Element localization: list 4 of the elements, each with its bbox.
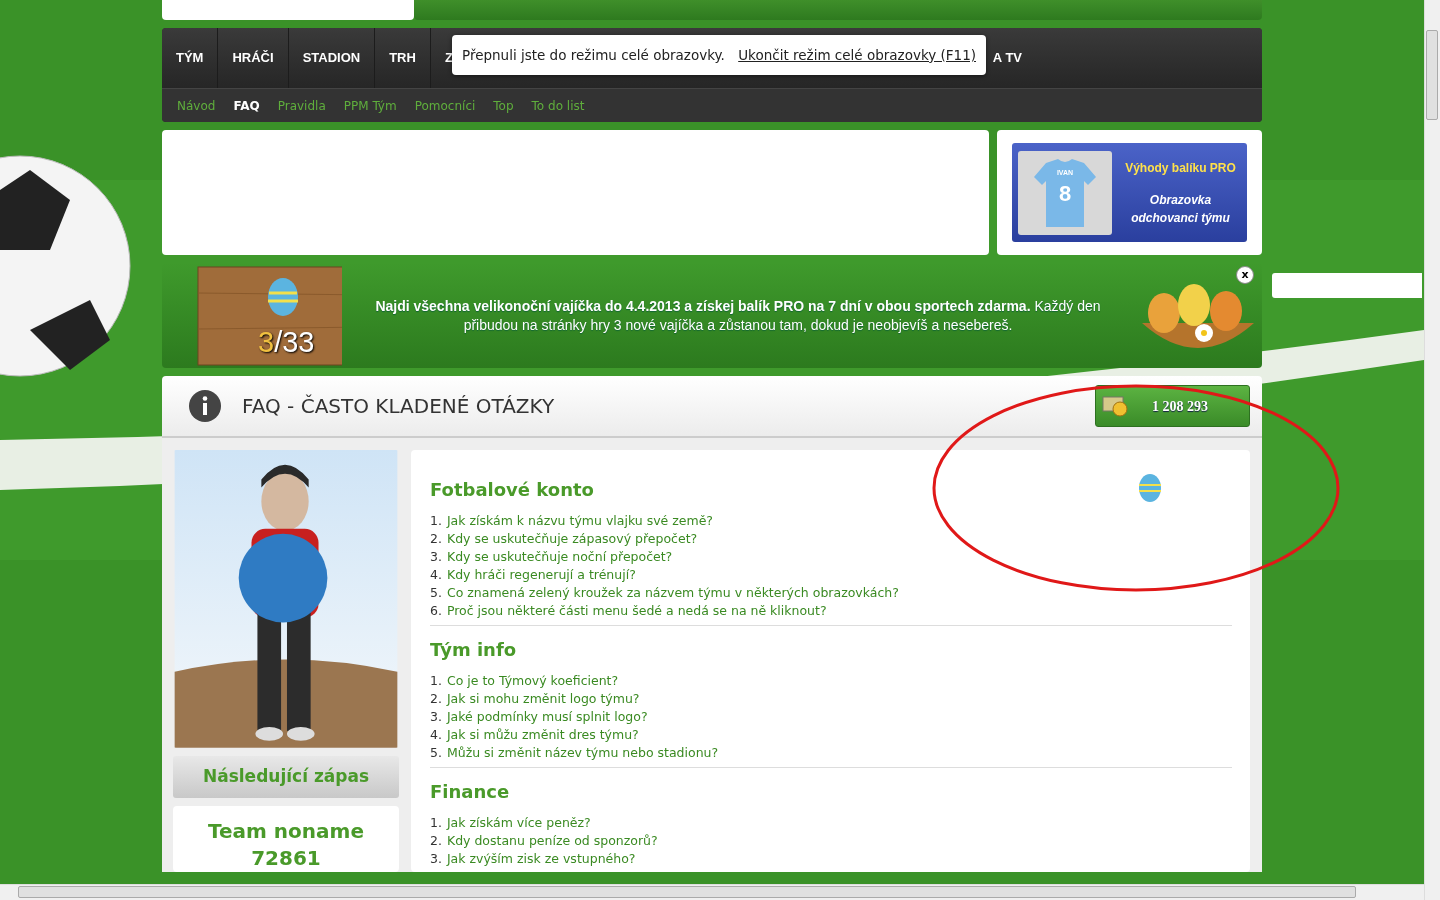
scrollbar-thumb[interactable]	[1426, 30, 1438, 120]
scrollbar[interactable]	[1424, 0, 1440, 900]
scrollbar[interactable]	[0, 884, 1424, 900]
scrollbar-thumb[interactable]	[18, 886, 1356, 898]
